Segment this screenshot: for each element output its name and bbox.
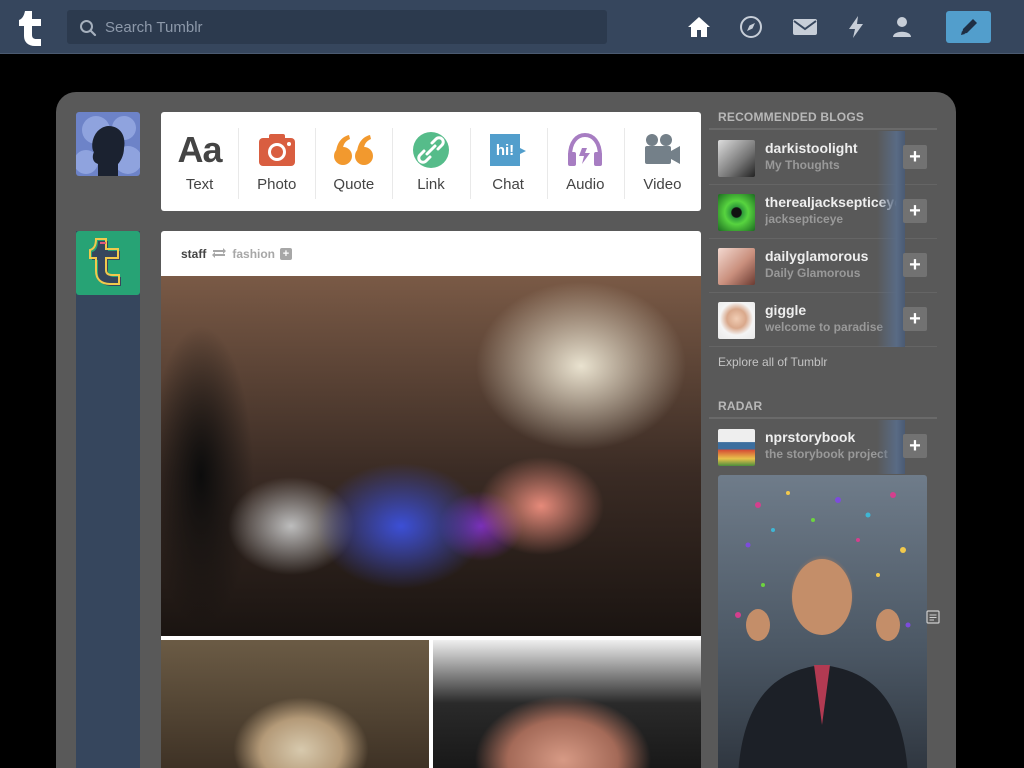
sidebar-divider xyxy=(709,128,937,130)
post-type-video[interactable]: Video xyxy=(623,112,701,211)
sidebar-divider xyxy=(709,417,937,419)
staff-avatar[interactable] xyxy=(76,231,140,295)
compose-button[interactable] xyxy=(946,11,991,43)
post-type-label: Video xyxy=(643,176,682,193)
post-author-link[interactable]: staff xyxy=(181,247,206,261)
blog-title: the storybook project xyxy=(765,447,888,461)
account-icon[interactable] xyxy=(889,14,915,40)
fade-overlay xyxy=(877,239,905,293)
pencil-icon xyxy=(960,19,977,35)
post-type-label: Quote xyxy=(333,176,375,193)
post-type-link[interactable]: Link xyxy=(392,112,469,211)
radar-heading: RADAR xyxy=(718,399,763,413)
blog-title: My Thoughts xyxy=(765,158,840,172)
post-photo-dog[interactable] xyxy=(161,640,429,768)
user-avatar[interactable] xyxy=(76,112,140,176)
reblog-icon xyxy=(211,247,227,262)
notes-icon[interactable] xyxy=(926,610,940,624)
blog-avatar[interactable] xyxy=(718,302,755,339)
explore-icon[interactable] xyxy=(738,14,764,40)
blog-avatar[interactable] xyxy=(718,194,755,231)
radar-post-photo[interactable] xyxy=(718,475,927,768)
inbox-icon[interactable] xyxy=(792,14,818,40)
post-header: staff fashion + xyxy=(181,246,293,262)
headphones-icon xyxy=(565,130,605,170)
fade-overlay xyxy=(877,293,905,347)
blog-avatar[interactable] xyxy=(718,429,755,466)
recommended-blog-item[interactable]: giggle welcome to paradise + xyxy=(709,293,937,347)
fade-overlay xyxy=(877,420,905,474)
recommended-blog-item[interactable]: dailyglamorous Daily Glamorous + xyxy=(709,239,937,293)
top-navigation-bar xyxy=(0,0,1024,54)
radar-blog-item[interactable]: nprstorybook the storybook project + xyxy=(709,420,937,474)
recommended-blog-item[interactable]: darkistoolight My Thoughts + xyxy=(709,131,937,185)
blog-avatar[interactable] xyxy=(718,140,755,177)
reblog-source-link[interactable]: fashion xyxy=(232,247,275,261)
svg-text:hi!: hi! xyxy=(496,142,514,159)
post-type-chat[interactable]: hi! Chat xyxy=(469,112,547,211)
camera-icon xyxy=(258,130,296,170)
fade-overlay xyxy=(877,131,905,185)
follow-button[interactable]: + xyxy=(903,253,927,277)
blog-title: jacksepticeye xyxy=(765,212,844,226)
link-icon xyxy=(412,130,450,170)
activity-icon[interactable] xyxy=(843,14,869,40)
post-photo-row xyxy=(161,640,701,768)
blog-avatar[interactable] xyxy=(718,248,755,285)
post-type-label: Text xyxy=(185,176,214,193)
explore-link[interactable]: Explore all of Tumblr xyxy=(718,355,827,369)
follow-button[interactable]: + xyxy=(903,307,927,331)
post-photo-party[interactable] xyxy=(161,276,701,636)
post-photo-sunglasses[interactable] xyxy=(433,640,701,768)
home-icon[interactable] xyxy=(686,14,712,40)
dashboard-post: staff fashion + xyxy=(161,231,701,768)
post-type-text[interactable]: Aa Text xyxy=(161,112,238,211)
post-type-audio[interactable]: Audio xyxy=(546,112,624,211)
post-type-quote[interactable]: Quote xyxy=(315,112,392,211)
tumblr-logo[interactable] xyxy=(16,7,50,47)
search-bar[interactable] xyxy=(67,10,607,44)
follow-button[interactable]: + xyxy=(903,199,927,223)
post-type-photo[interactable]: Photo xyxy=(238,112,315,211)
blog-title: welcome to paradise xyxy=(765,320,884,334)
post-type-label: Photo xyxy=(257,176,297,193)
post-type-label: Link xyxy=(417,176,445,193)
blog-title: Daily Glamorous xyxy=(765,266,861,280)
post-type-label: Audio xyxy=(566,176,605,193)
post-type-label: Chat xyxy=(492,176,524,193)
recommended-blogs-heading: RECOMMENDED BLOGS xyxy=(718,110,865,124)
search-input[interactable] xyxy=(105,10,595,44)
fade-overlay xyxy=(877,185,905,239)
search-icon xyxy=(80,20,97,37)
video-icon xyxy=(642,130,682,170)
follow-button[interactable]: + xyxy=(903,145,927,169)
follow-icon[interactable]: + xyxy=(280,248,293,260)
staff-avatar-column xyxy=(76,231,140,768)
recommended-blog-item[interactable]: therealjacksepticeye jacksepticeye + xyxy=(709,185,937,239)
chat-icon: hi! xyxy=(488,130,528,170)
quote-icon xyxy=(333,130,375,170)
follow-button[interactable]: + xyxy=(903,434,927,458)
text-icon: Aa xyxy=(177,129,223,170)
post-type-bar: Aa Text Photo Quote Link hi! Chat Audio xyxy=(161,112,701,211)
